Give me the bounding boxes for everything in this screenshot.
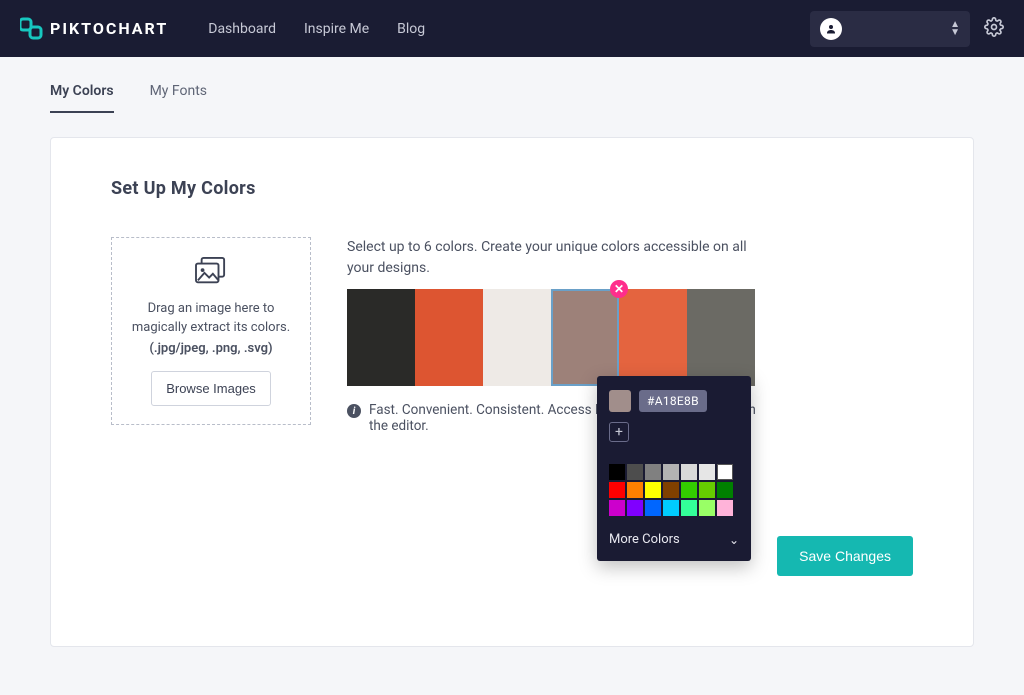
dropzone-formats: (.jpg/jpeg, .png, .svg) bbox=[149, 340, 272, 359]
palette-color[interactable] bbox=[645, 464, 661, 480]
more-colors-label: More Colors bbox=[609, 532, 680, 547]
my-colors-card: Set Up My Colors Drag an image here to m… bbox=[50, 137, 974, 647]
brand-logo[interactable]: PIKTOCHART bbox=[20, 17, 168, 41]
palette-color[interactable] bbox=[645, 500, 661, 516]
palette-color[interactable] bbox=[627, 464, 643, 480]
logo-icon bbox=[20, 17, 44, 41]
color-swatch-2[interactable] bbox=[483, 289, 551, 386]
image-dropzone[interactable]: Drag an image here to magically extract … bbox=[111, 237, 311, 425]
more-colors-toggle[interactable]: More Colors ⌄ bbox=[609, 532, 739, 547]
nav-blog[interactable]: Blog bbox=[397, 21, 425, 37]
save-changes-button[interactable]: Save Changes bbox=[777, 536, 913, 576]
palette-color[interactable] bbox=[627, 500, 643, 516]
color-swatch-0[interactable] bbox=[347, 289, 415, 386]
info-icon: i bbox=[347, 404, 361, 418]
instructions-text: Select up to 6 colors. Create your uniqu… bbox=[347, 237, 757, 279]
preset-palette bbox=[609, 464, 739, 516]
palette-color[interactable] bbox=[717, 482, 733, 498]
palette-color[interactable] bbox=[681, 482, 697, 498]
nav-dashboard[interactable]: Dashboard bbox=[208, 21, 276, 37]
color-swatch-3[interactable]: ✕ bbox=[551, 289, 619, 386]
color-picker-panel: #A18E8B + More Colors ⌄ bbox=[597, 376, 751, 561]
add-color-button[interactable]: + bbox=[609, 422, 629, 442]
page-title: Set Up My Colors bbox=[111, 178, 913, 199]
picker-current-swatch bbox=[609, 390, 631, 412]
color-swatch-1[interactable] bbox=[415, 289, 483, 386]
chevron-down-icon: ⌄ bbox=[729, 533, 739, 547]
remove-swatch-button[interactable]: ✕ bbox=[610, 280, 628, 298]
account-menu[interactable]: ▲▼ bbox=[810, 11, 970, 47]
palette-color[interactable] bbox=[699, 482, 715, 498]
picker-top-row: #A18E8B bbox=[609, 390, 739, 412]
palette-color[interactable] bbox=[699, 500, 715, 516]
palette-color[interactable] bbox=[717, 464, 733, 480]
chevron-updown-icon: ▲▼ bbox=[950, 21, 960, 37]
palette-color[interactable] bbox=[609, 464, 625, 480]
palette-color[interactable] bbox=[609, 482, 625, 498]
palette-color[interactable] bbox=[627, 482, 643, 498]
nav-inspire[interactable]: Inspire Me bbox=[304, 21, 369, 37]
app-header: PIKTOCHART Dashboard Inspire Me Blog ▲▼ bbox=[0, 0, 1024, 57]
primary-nav: Dashboard Inspire Me Blog bbox=[208, 21, 425, 37]
palette-color[interactable] bbox=[663, 500, 679, 516]
palette-color[interactable] bbox=[663, 482, 679, 498]
palette-color[interactable] bbox=[699, 464, 715, 480]
color-swatch-4[interactable] bbox=[619, 289, 687, 386]
avatar-icon bbox=[820, 18, 842, 40]
palette-color[interactable] bbox=[717, 500, 733, 516]
palette-color[interactable] bbox=[681, 500, 697, 516]
tab-my-colors[interactable]: My Colors bbox=[50, 83, 114, 113]
dropzone-text: Drag an image here to magically extract … bbox=[126, 300, 296, 338]
palette-color[interactable] bbox=[681, 464, 697, 480]
header-right: ▲▼ bbox=[810, 11, 1004, 47]
content-row: Drag an image here to magically extract … bbox=[111, 237, 913, 434]
brand-text: PIKTOCHART bbox=[50, 19, 168, 38]
color-swatch-5[interactable] bbox=[687, 289, 755, 386]
settings-tabs: My Colors My Fonts bbox=[0, 57, 1024, 113]
palette-color[interactable] bbox=[663, 464, 679, 480]
hex-value-badge[interactable]: #A18E8B bbox=[639, 390, 707, 412]
palette-color[interactable] bbox=[609, 500, 625, 516]
gear-icon[interactable] bbox=[984, 17, 1004, 41]
palette-color[interactable] bbox=[645, 482, 661, 498]
tab-my-fonts[interactable]: My Fonts bbox=[150, 83, 207, 113]
browse-images-button[interactable]: Browse Images bbox=[151, 371, 271, 406]
color-swatches: ✕ bbox=[347, 289, 755, 386]
images-icon bbox=[194, 256, 228, 290]
